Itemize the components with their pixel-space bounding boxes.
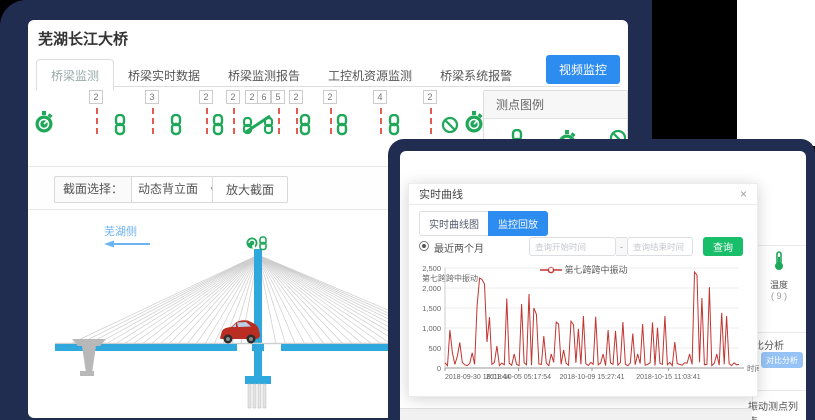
temperature-count: ( 9 ) bbox=[752, 291, 806, 301]
no-entry-icon[interactable] bbox=[441, 116, 459, 134]
enlarge-section-button[interactable]: 放大截面 bbox=[212, 176, 288, 203]
dialog-tab-group: 实时曲线图监控回放 bbox=[419, 211, 548, 236]
vibration-series bbox=[445, 272, 739, 366]
car bbox=[220, 320, 260, 343]
sensor-position-dash bbox=[233, 108, 235, 134]
sensor-position-dash bbox=[380, 108, 382, 134]
sensor-position-dash bbox=[206, 108, 208, 134]
measure-point-list-label: 振动测点列表 bbox=[748, 398, 806, 420]
chain-sensor[interactable] bbox=[336, 114, 348, 141]
dialog-tab-1[interactable]: 监控回放 bbox=[488, 211, 548, 236]
gauge-sensor-icon[interactable] bbox=[34, 110, 54, 134]
chain-sensor[interactable] bbox=[388, 114, 400, 141]
sensor-count-badge: 2 bbox=[289, 90, 303, 104]
main-tab-1[interactable]: 桥梁实时数据 bbox=[114, 60, 214, 90]
bridge-abutment bbox=[72, 339, 106, 376]
chain-sensor-icon[interactable] bbox=[114, 114, 126, 136]
sensor-count-badge: 2 bbox=[226, 90, 240, 104]
background-window bbox=[737, 0, 815, 146]
section-select-group: 截面选择： 动态背立面 ▼ bbox=[54, 176, 224, 203]
sensor-count-badge: 2 bbox=[199, 90, 213, 104]
sensor-count-badge: 6 bbox=[257, 90, 271, 104]
section-select-dropdown[interactable]: 动态背立面 ▼ bbox=[131, 177, 223, 202]
dialog-tab-0[interactable]: 实时曲线图 bbox=[419, 211, 488, 236]
temperature-label: 温度 bbox=[752, 278, 806, 291]
chain-sensor-icon[interactable] bbox=[299, 114, 311, 136]
desktop: 芜湖长江大桥 桥梁监测桥梁实时数据桥梁监测报告工控机资源监测桥梁系统报警视频监控… bbox=[0, 0, 815, 420]
chain-sensor-icon[interactable] bbox=[170, 114, 182, 136]
svg-text:时间: 时间 bbox=[747, 363, 759, 373]
table-header-bar bbox=[400, 408, 752, 420]
query-button[interactable]: 查询 bbox=[703, 237, 743, 256]
close-icon[interactable]: × bbox=[740, 188, 747, 200]
gauge-sensor-icon[interactable] bbox=[464, 110, 484, 134]
gauge-sensor[interactable] bbox=[34, 110, 54, 139]
section-select-label: 截面选择： bbox=[55, 177, 131, 202]
svg-text:2,500: 2,500 bbox=[422, 264, 441, 273]
chain-sensor-icon[interactable] bbox=[212, 114, 224, 136]
svg-text:2018-10-05 05:17:54: 2018-10-05 05:17:54 bbox=[486, 374, 551, 381]
bridge-pier bbox=[245, 376, 271, 408]
sensor-position-dash bbox=[278, 108, 280, 134]
svg-text:2018-10-15 11:03:41: 2018-10-15 11:03:41 bbox=[636, 374, 701, 381]
main-tab-2[interactable]: 桥梁监测报告 bbox=[214, 60, 314, 90]
expansion-joint-icon[interactable] bbox=[243, 112, 273, 136]
sensor-count-badge: 5 bbox=[271, 90, 285, 104]
main-tab-3[interactable]: 工控机资源监测 bbox=[314, 60, 426, 90]
sensor-position-dash bbox=[96, 108, 98, 134]
gps-sensor-icon bbox=[247, 237, 267, 250]
main-tab-4[interactable]: 桥梁系统报警 bbox=[426, 60, 526, 90]
sensor-count-badge: 2 bbox=[323, 90, 337, 104]
sensor-count-badge: 2 bbox=[89, 90, 103, 104]
dialog-title: 实时曲线 bbox=[419, 186, 463, 202]
bridge-tower bbox=[254, 249, 262, 383]
radio-label: 最近两个月 bbox=[434, 240, 484, 255]
recent-two-months-radio[interactable] bbox=[419, 241, 429, 251]
dialog-titlebar: 实时曲线 × bbox=[409, 184, 757, 205]
video-monitor-button[interactable]: 视频监控 bbox=[546, 55, 620, 84]
sensor-count-badge: 2 bbox=[423, 90, 437, 104]
svg-text:0: 0 bbox=[437, 364, 441, 373]
query-start-time-input[interactable] bbox=[529, 237, 616, 256]
chain-sensor[interactable] bbox=[114, 114, 126, 141]
sensor-count-badge: 4 bbox=[373, 90, 387, 104]
temperature-sensor-item[interactable]: 温度 ( 9 ) bbox=[752, 251, 806, 301]
page-title: 芜湖长江大桥 bbox=[38, 28, 128, 49]
svg-text:1,500: 1,500 bbox=[422, 304, 441, 313]
sensor-row: 23222652242 bbox=[28, 90, 508, 146]
svg-text:1,000: 1,000 bbox=[422, 324, 441, 333]
legend-panel-title: 测点图例 bbox=[484, 91, 627, 119]
chain-sensor-icon[interactable] bbox=[336, 114, 348, 136]
realtime-curve-dialog: 实时曲线 × 实时曲线图监控回放 最近两个月 - 查询 bbox=[408, 183, 758, 397]
popup-window-frame: 温度 ( 9 ) 对比分析 对比分析 振动测点列表 实时曲线 × 实时曲线图监控… bbox=[388, 139, 815, 420]
joint-sensor[interactable] bbox=[243, 112, 273, 141]
query-end-time-input[interactable] bbox=[627, 237, 693, 256]
thermometer-icon bbox=[773, 251, 785, 271]
compare-analysis-button[interactable]: 对比分析 bbox=[761, 352, 803, 368]
sensor-count-badge: 3 bbox=[145, 90, 159, 104]
dialog-filter-row: 最近两个月 - 查询 bbox=[419, 237, 749, 257]
main-tab-0[interactable]: 桥梁监测 bbox=[36, 59, 114, 91]
sensor-position-dash bbox=[296, 108, 298, 134]
svg-text:2018-10-09 15:27:41: 2018-10-09 15:27:41 bbox=[560, 374, 625, 381]
main-tab-bar: 桥梁监测桥梁实时数据桥梁监测报告工控机资源监测桥梁系统报警视频监控 bbox=[36, 58, 620, 87]
date-range-separator: - bbox=[616, 237, 627, 256]
gauge-sensor[interactable] bbox=[464, 110, 484, 139]
svg-text:500: 500 bbox=[428, 344, 441, 353]
sensor-position-dash bbox=[430, 108, 432, 134]
noentry-sensor[interactable] bbox=[441, 116, 459, 139]
chain-sensor[interactable] bbox=[212, 114, 224, 141]
chain-sensor[interactable] bbox=[170, 114, 182, 141]
section-select-value: 动态背立面 bbox=[138, 177, 198, 202]
vibration-chart: 05001,0001,5002,0002,5002018-09-30 16:01… bbox=[409, 258, 759, 398]
chain-sensor[interactable] bbox=[299, 114, 311, 141]
svg-text:2,000: 2,000 bbox=[422, 284, 441, 293]
sensor-position-dash bbox=[330, 108, 332, 134]
vibration-window: 温度 ( 9 ) 对比分析 对比分析 振动测点列表 实时曲线 × 实时曲线图监控… bbox=[400, 151, 806, 420]
sensor-position-dash bbox=[152, 108, 154, 134]
chain-sensor-icon[interactable] bbox=[388, 114, 400, 136]
